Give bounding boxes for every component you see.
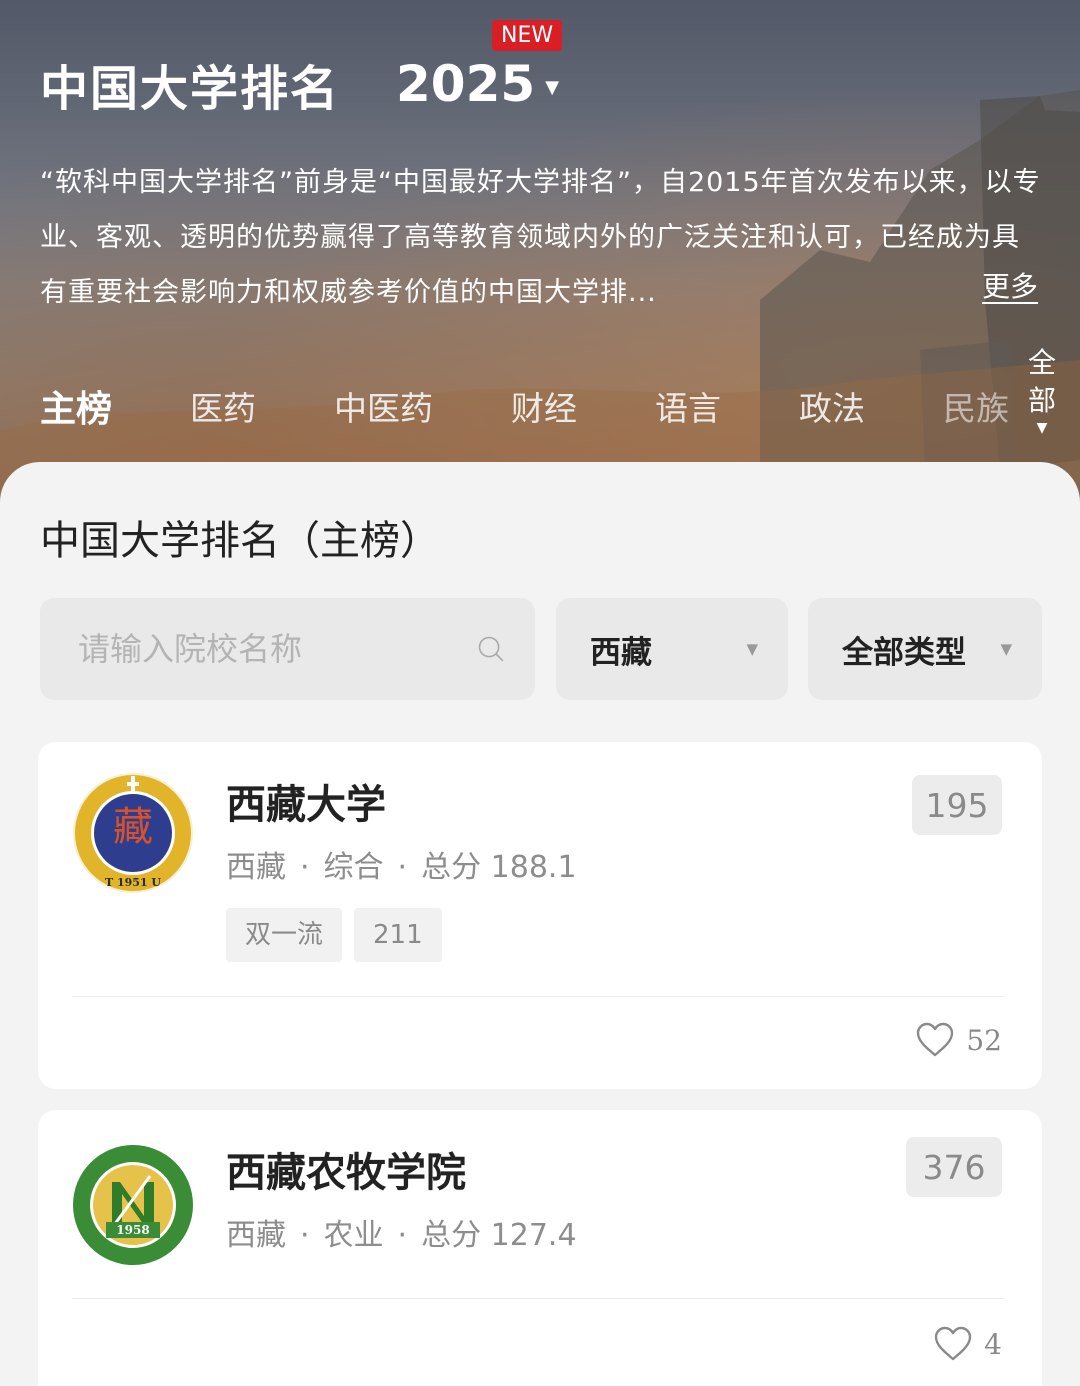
university-card[interactable]: 藏 T 1951 U 西藏大学 西藏 · 综合 · 总分 188.1 195 双一流 2… (38, 742, 1042, 1089)
region-select-value: 西藏 (590, 634, 652, 671)
score-label: 总分 (421, 1218, 482, 1253)
score-label: 总分 (421, 850, 482, 885)
caret-down-icon: ▼ (1036, 420, 1048, 436)
tab-tcm[interactable]: 中医药 (334, 382, 433, 430)
tab-language[interactable]: 语言 (655, 382, 721, 430)
all-categories-button[interactable]: 全 部 ▼ (1027, 344, 1057, 436)
university-meta: 西藏 · 农业 · 总分 127.4 (226, 1218, 577, 1253)
university-tags: 双一流 211 (226, 908, 454, 962)
svg-text:1958: 1958 (116, 1223, 149, 1237)
tag-double-first-class: 双一流 (226, 908, 343, 962)
search-box[interactable] (40, 598, 535, 700)
like-count: 52 (966, 1023, 1002, 1057)
new-badge: NEW (492, 20, 563, 51)
university-meta: 西藏 · 综合 · 总分 188.1 (226, 850, 577, 885)
more-link[interactable]: 更多 (982, 265, 1038, 305)
university-score: 127.4 (490, 1218, 577, 1253)
rank-badge: 376 (906, 1137, 1002, 1197)
page-title: 中国大学排名 (40, 61, 341, 117)
like-button[interactable]: 4 (934, 1326, 1002, 1362)
university-name[interactable]: 西藏农牧学院 (226, 1140, 466, 1198)
search-input[interactable] (78, 630, 477, 668)
divider (72, 996, 1004, 997)
caret-down-icon: ▼ (1000, 640, 1012, 658)
all-tab-label-bottom: 部 (1027, 384, 1056, 417)
rank-badge: 195 (912, 775, 1002, 835)
caret-down-icon: ▼ (746, 640, 758, 658)
year-dropdown[interactable]: 2025 ▼ (396, 55, 559, 113)
type-select[interactable]: 全部类型 ▼ (808, 598, 1042, 700)
tab-medicine[interactable]: 医药 (190, 382, 256, 430)
all-tab-label-top: 全 (1027, 346, 1056, 379)
university-name[interactable]: 西藏大学 (226, 772, 386, 830)
hero-banner: 中国大学排名 2025 ▼ NEW “软科中国大学排名”前身是“中国最好大学排名… (0, 0, 1080, 520)
category-tabs: 主榜 医药 中医药 财经 语言 政法 民族 (40, 378, 1080, 434)
year-value: 2025 (396, 55, 536, 113)
tibet-agriculture-college-logo: 1958 (73, 1145, 193, 1265)
caret-down-icon: ▼ (545, 76, 560, 98)
university-score: 188.1 (490, 850, 577, 885)
svg-text:藏: 藏 (113, 804, 153, 850)
university-region: 西藏 (226, 1218, 286, 1253)
like-count: 4 (984, 1327, 1002, 1361)
tibet-university-logo: 藏 T 1951 U (73, 773, 193, 893)
tab-law[interactable]: 政法 (799, 382, 865, 430)
svg-text:T 1951 U: T 1951 U (105, 876, 161, 889)
heart-outline-icon (917, 1022, 954, 1057)
section-title: 中国大学排名（主榜） (40, 518, 440, 564)
region-select[interactable]: 西藏 ▼ (556, 598, 788, 700)
tab-main[interactable]: 主榜 (40, 380, 112, 432)
tab-finance[interactable]: 财经 (511, 382, 577, 430)
search-icon[interactable] (477, 627, 505, 671)
tag-211: 211 (354, 908, 442, 962)
university-card[interactable]: 1958 西藏农牧学院 西藏 · 农业 · 总分 127.4 376 4 (38, 1110, 1042, 1386)
intro-text: “软科中国大学排名”前身是“中国最好大学排名”，自2015年首次发布以来，以专业… (40, 167, 1041, 308)
heart-outline-icon (934, 1326, 972, 1361)
type-select-value: 全部类型 (842, 634, 966, 671)
university-category: 综合 (323, 850, 384, 885)
ranking-panel: 中国大学排名（主榜） 西藏 ▼ 全部类型 ▼ 藏 T 1951 U 西藏大学 西… (0, 462, 1080, 1386)
like-button[interactable]: 52 (916, 1022, 1002, 1058)
divider (72, 1298, 1004, 1299)
university-region: 西藏 (226, 850, 286, 885)
tab-ethnic[interactable]: 民族 (943, 382, 1009, 430)
university-category: 农业 (323, 1218, 384, 1253)
